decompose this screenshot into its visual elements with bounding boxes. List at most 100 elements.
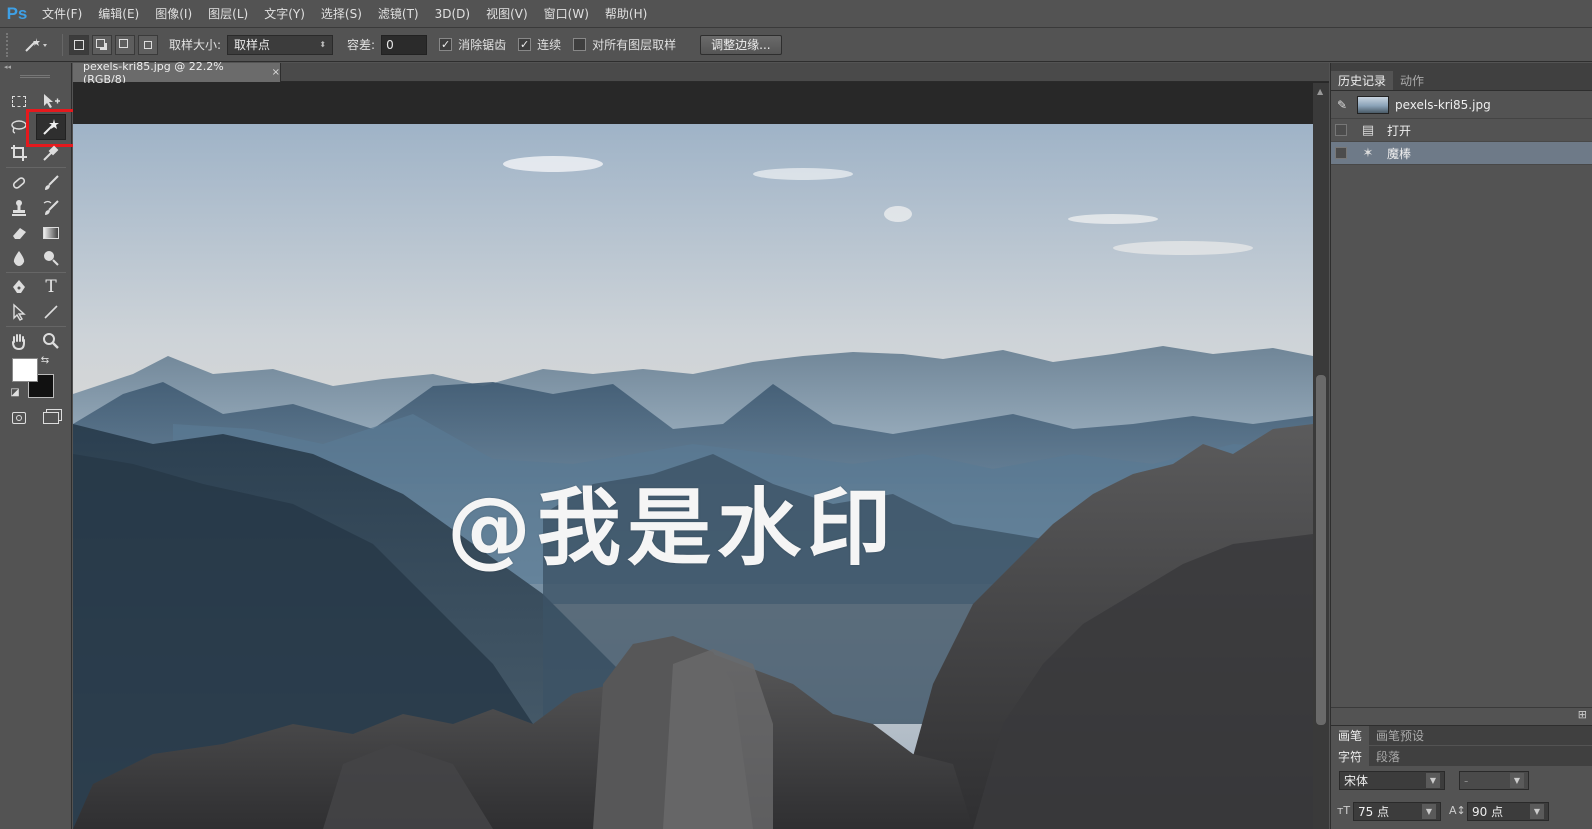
font-size-input[interactable]: 75 点 ▼	[1353, 802, 1441, 821]
add-to-selection-button[interactable]	[92, 34, 112, 55]
history-brush-source-icon[interactable]: ✎	[1337, 98, 1355, 112]
leading-input[interactable]: 90 点 ▼	[1467, 802, 1549, 821]
character-panel-body: 宋体 ▼ - ▼ тT 75 点 ▼ A↕ 90 点 ▼	[1331, 766, 1592, 829]
add-selection-icon	[96, 38, 105, 48]
quick-mask-button[interactable]	[6, 406, 32, 430]
anti-alias-checkbox[interactable]: ✓ 消除锯齿	[439, 36, 506, 53]
options-bar-grip[interactable]	[6, 32, 12, 57]
right-panels: 历史记录 动作 ✎ pexels-kri85.jpg ▤ 打开 ✶ 魔棒 ⊞ 画…	[1330, 63, 1592, 829]
toolbox-separator	[6, 326, 66, 327]
gradient-tool[interactable]	[38, 221, 64, 245]
toolbox-collapse-button[interactable]: ◂◂	[0, 63, 71, 71]
history-brush-checkbox[interactable]	[1335, 124, 1347, 136]
path-selection-tool[interactable]	[6, 300, 32, 324]
swap-colors-icon[interactable]: ⇆	[38, 353, 52, 367]
new-selection-icon	[74, 39, 84, 50]
scroll-up-icon[interactable]: ▲	[1317, 87, 1323, 96]
contiguous-label: 连续	[537, 38, 562, 52]
tab-history[interactable]: 历史记录	[1331, 71, 1394, 90]
default-colors-icon[interactable]: ◪	[8, 385, 22, 399]
dropdown-arrow-icon: ▼	[1422, 804, 1436, 819]
canvas-vertical-scrollbar[interactable]: ▲	[1313, 83, 1329, 829]
menu-select[interactable]: 选择(S)	[313, 5, 370, 22]
menu-window[interactable]: 窗口(W)	[536, 5, 597, 22]
menu-help[interactable]: 帮助(H)	[597, 5, 655, 22]
tool-preset-picker[interactable]	[16, 33, 56, 57]
options-bar: 取样大小: 取样点 ⬍ 容差: 0 ✓ 消除锯齿 ✓ 连续 对所有图层取样 调整…	[0, 28, 1592, 62]
history-panel-footer: ⊞	[1331, 707, 1592, 723]
refine-edge-button[interactable]: 调整边缘...	[700, 34, 782, 55]
history-brush-checkbox[interactable]	[1335, 147, 1347, 159]
font-size-icon: тT	[1337, 804, 1351, 817]
menu-type[interactable]: 文字(Y)	[256, 5, 313, 22]
hand-tool[interactable]	[6, 329, 32, 353]
quick-mask-icon	[12, 412, 26, 424]
tolerance-label: 容差:	[347, 38, 376, 52]
close-tab-icon[interactable]: ×	[272, 67, 280, 78]
menu-edit[interactable]: 编辑(E)	[90, 5, 147, 22]
document-icon: ▤	[1361, 122, 1375, 138]
tab-paragraph[interactable]: 段落	[1369, 746, 1407, 766]
snapshot-thumbnail	[1357, 95, 1389, 114]
font-style-select[interactable]: - ▼	[1459, 771, 1529, 790]
document-area: pexels-kri85.jpg @ 22.2%(RGB/8) × @我是水印 …	[73, 60, 1329, 829]
character-panel-tabs: 字符 段落	[1331, 746, 1592, 766]
menu-file[interactable]: 文件(F)	[34, 5, 90, 22]
subtract-from-selection-button[interactable]	[115, 34, 135, 55]
blur-tool[interactable]	[6, 246, 32, 270]
menu-image[interactable]: 图像(I)	[147, 5, 200, 22]
new-snapshot-icon[interactable]: ⊞	[1578, 708, 1587, 721]
menu-3d[interactable]: 3D(D)	[427, 7, 478, 21]
eyedropper-tool[interactable]	[38, 141, 64, 165]
crop-icon	[11, 145, 27, 161]
contiguous-checkbox[interactable]: ✓ 连续	[518, 36, 561, 53]
document-tab-title: pexels-kri85.jpg @ 22.2%(RGB/8)	[83, 59, 224, 86]
history-state-open[interactable]: ▤ 打开	[1331, 119, 1592, 142]
sample-size-label: 取样大小:	[169, 38, 222, 52]
path-select-arrow-icon	[13, 303, 26, 321]
dodge-tool[interactable]	[38, 246, 64, 270]
font-family-select[interactable]: 宋体 ▼	[1339, 771, 1445, 790]
sample-all-layers-checkbox[interactable]: 对所有图层取样	[573, 36, 676, 53]
stamp-icon	[12, 200, 26, 216]
zoom-magnifier-icon	[43, 333, 59, 349]
menu-view[interactable]: 视图(V)	[478, 5, 536, 22]
eraser-tool[interactable]	[6, 221, 32, 245]
dropdown-arrow-icon: ▼	[1510, 773, 1524, 788]
toolbox-grip[interactable]	[20, 75, 50, 78]
document-tab[interactable]: pexels-kri85.jpg @ 22.2%(RGB/8) ×	[73, 60, 281, 86]
scrollbar-thumb[interactable]	[1316, 375, 1326, 725]
water-drop-icon	[13, 251, 25, 266]
pen-tool[interactable]	[6, 275, 32, 299]
history-state-magic-wand[interactable]: ✶ 魔棒	[1331, 142, 1592, 165]
zoom-tool[interactable]	[38, 329, 64, 353]
canvas[interactable]: @我是水印	[73, 83, 1313, 829]
menu-layer[interactable]: 图层(L)	[200, 5, 256, 22]
crop-tool[interactable]	[6, 141, 32, 165]
line-tool[interactable]	[38, 300, 64, 324]
tab-actions[interactable]: 动作	[1393, 71, 1431, 90]
history-panel-tabs: 历史记录 动作	[1331, 71, 1592, 91]
intersect-selection-button[interactable]	[138, 34, 158, 55]
new-selection-button[interactable]	[69, 34, 89, 55]
gradient-icon	[43, 227, 59, 239]
screen-mode-button[interactable]	[38, 406, 64, 430]
history-snapshot[interactable]: ✎ pexels-kri85.jpg	[1331, 91, 1592, 119]
menu-filter[interactable]: 滤镜(T)	[370, 5, 427, 22]
brush-tool[interactable]	[38, 171, 64, 195]
healing-brush-tool[interactable]	[6, 171, 32, 195]
tab-character[interactable]: 字符	[1331, 746, 1370, 766]
toolbox-separator	[6, 167, 66, 168]
foreground-color-swatch[interactable]	[12, 358, 38, 382]
tab-brush-presets[interactable]: 画笔预设	[1369, 726, 1431, 745]
history-brush-tool[interactable]	[38, 196, 64, 220]
type-tool[interactable]: T	[38, 275, 64, 299]
tolerance-input[interactable]: 0	[381, 34, 428, 55]
screen-mode-icon	[43, 412, 59, 424]
tab-brush[interactable]: 画笔	[1331, 726, 1370, 745]
magic-wand-icon: ✶	[1362, 145, 1374, 161]
checkbox-empty-icon	[573, 38, 587, 51]
checkbox-check-icon: ✓	[439, 38, 453, 51]
clone-stamp-tool[interactable]	[6, 196, 32, 220]
sample-size-select[interactable]: 取样点 ⬍	[227, 34, 334, 55]
